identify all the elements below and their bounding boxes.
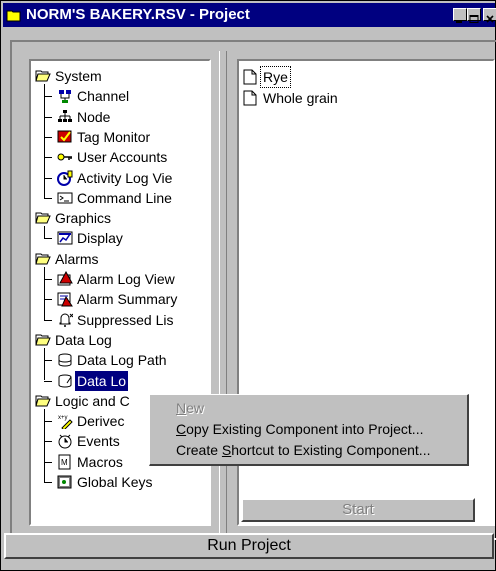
list-item-label: Rye	[260, 66, 291, 88]
node-icon	[58, 109, 72, 122]
menu-item-new: New	[152, 398, 468, 418]
tree-item-label: Data Log	[55, 331, 112, 348]
tree-item-label: Derivec	[77, 413, 125, 430]
tree-item-label: User Accounts	[77, 149, 168, 166]
data-log-path-icon	[58, 353, 72, 367]
folder-open-icon	[35, 212, 51, 224]
tree-item-label: Events	[77, 433, 120, 450]
tree-item-label: Global Keys	[77, 474, 153, 490]
svg-text:M: M	[61, 458, 68, 467]
channel-icon	[59, 90, 71, 104]
tree-item-label: Display	[77, 230, 123, 247]
tree-item-label: Alarms	[55, 250, 99, 267]
tree-connector	[44, 84, 45, 198]
start-button[interactable]: Start	[241, 498, 475, 522]
display-icon	[57, 231, 73, 245]
tree-connector	[44, 441, 52, 443]
tree-item-label: Data Lo	[75, 370, 129, 391]
tree-item-label: Alarm Log View	[77, 271, 175, 287]
tree-connector	[44, 136, 52, 138]
tree-connector	[44, 266, 45, 320]
close-button[interactable]	[483, 8, 496, 23]
events-icon	[58, 435, 72, 449]
menu-item-create-shortcut[interactable]: Create Shortcut to Existing Component...	[152, 440, 468, 460]
tree-item-label: Alarm Summary	[77, 291, 178, 308]
menu-item-accelerator: S	[221, 442, 232, 458]
menu-item-text: hortcut to Existing Component...	[231, 442, 431, 458]
list-item-label: Whole grain	[263, 90, 338, 106]
tree-connector	[44, 408, 45, 482]
maximize-icon	[469, 15, 479, 23]
tree-connector	[44, 482, 52, 483]
folder-open-icon	[35, 253, 51, 265]
command-line-icon	[57, 192, 73, 204]
menu-item-accelerator: N	[176, 400, 187, 416]
tree-connector	[44, 238, 52, 240]
tree-connector	[44, 226, 45, 239]
alarm-summary-icon	[57, 292, 73, 307]
global-keys-icon	[57, 475, 72, 489]
window-title: NORM'S BAKERY.RSV - Project	[26, 6, 250, 23]
tree-item-label: Suppressed Lis	[77, 311, 174, 328]
activity-log-icon	[57, 170, 73, 186]
tree-item-label: Channel	[77, 88, 130, 105]
menu-item-copy-existing-component[interactable]: Copy Existing Component into Project...	[152, 419, 468, 439]
data-log-icon	[58, 374, 72, 387]
close-icon	[486, 15, 494, 23]
macros-icon: M	[58, 454, 71, 470]
key-icon	[57, 153, 72, 161]
tree-item-label: Data Log Path	[77, 352, 167, 369]
folder-app-icon	[6, 10, 21, 22]
tree-item-label: System	[55, 68, 102, 84]
document-icon	[243, 90, 257, 106]
tree-connector	[44, 157, 52, 159]
context-menu: New Copy Existing Component into Project.…	[149, 394, 469, 466]
menu-item-text: opy Existing Component into Project...	[186, 421, 424, 437]
tree-connector	[44, 116, 52, 118]
tree-item-label: Tag Monitor	[77, 128, 151, 145]
tree-connector	[44, 347, 45, 381]
title-bar[interactable]: NORM'S BAKERY.RSV - Project	[3, 3, 496, 27]
menu-item-accelerator: C	[176, 421, 187, 437]
tree-item-label: Logic and C	[55, 392, 130, 409]
minimize-button[interactable]	[453, 8, 467, 23]
tree-connector	[44, 421, 52, 423]
minimize-icon	[456, 21, 462, 23]
tree-connector	[44, 177, 52, 179]
tree-connector	[44, 197, 52, 199]
tree-item-label: Activity Log Vie	[77, 169, 173, 186]
menu-item-text: ew	[186, 400, 205, 416]
tree-item-label: Node	[77, 108, 111, 125]
tree-connector	[44, 461, 52, 463]
folder-open-icon	[35, 395, 51, 407]
maximize-button[interactable]	[467, 8, 481, 23]
tree-connector	[44, 360, 52, 362]
derived-tags-icon: x+y	[58, 415, 73, 430]
folder-open-icon	[35, 70, 51, 82]
tree-connector	[44, 299, 52, 301]
tree-connector	[44, 96, 52, 98]
tree-item-label: Graphics	[55, 210, 112, 227]
document-icon	[243, 69, 257, 85]
tree-item-label: Command Line	[77, 189, 172, 206]
project-window: NORM'S BAKERY.RSV - Project System Channe…	[0, 0, 496, 571]
folder-open-icon	[35, 334, 51, 346]
tree-connector	[44, 380, 52, 382]
run-project-button[interactable]: Run Project	[4, 533, 494, 559]
tag-monitor-icon	[57, 130, 72, 143]
svg-text:x+y: x+y	[58, 415, 68, 421]
alarm-log-icon	[57, 271, 73, 286]
tree-item-label: Macros	[77, 453, 123, 470]
tree-connector	[44, 319, 52, 321]
suppressed-bell-icon	[59, 313, 73, 327]
tree-connector	[44, 279, 52, 280]
menu-item-text: Create	[176, 442, 222, 458]
